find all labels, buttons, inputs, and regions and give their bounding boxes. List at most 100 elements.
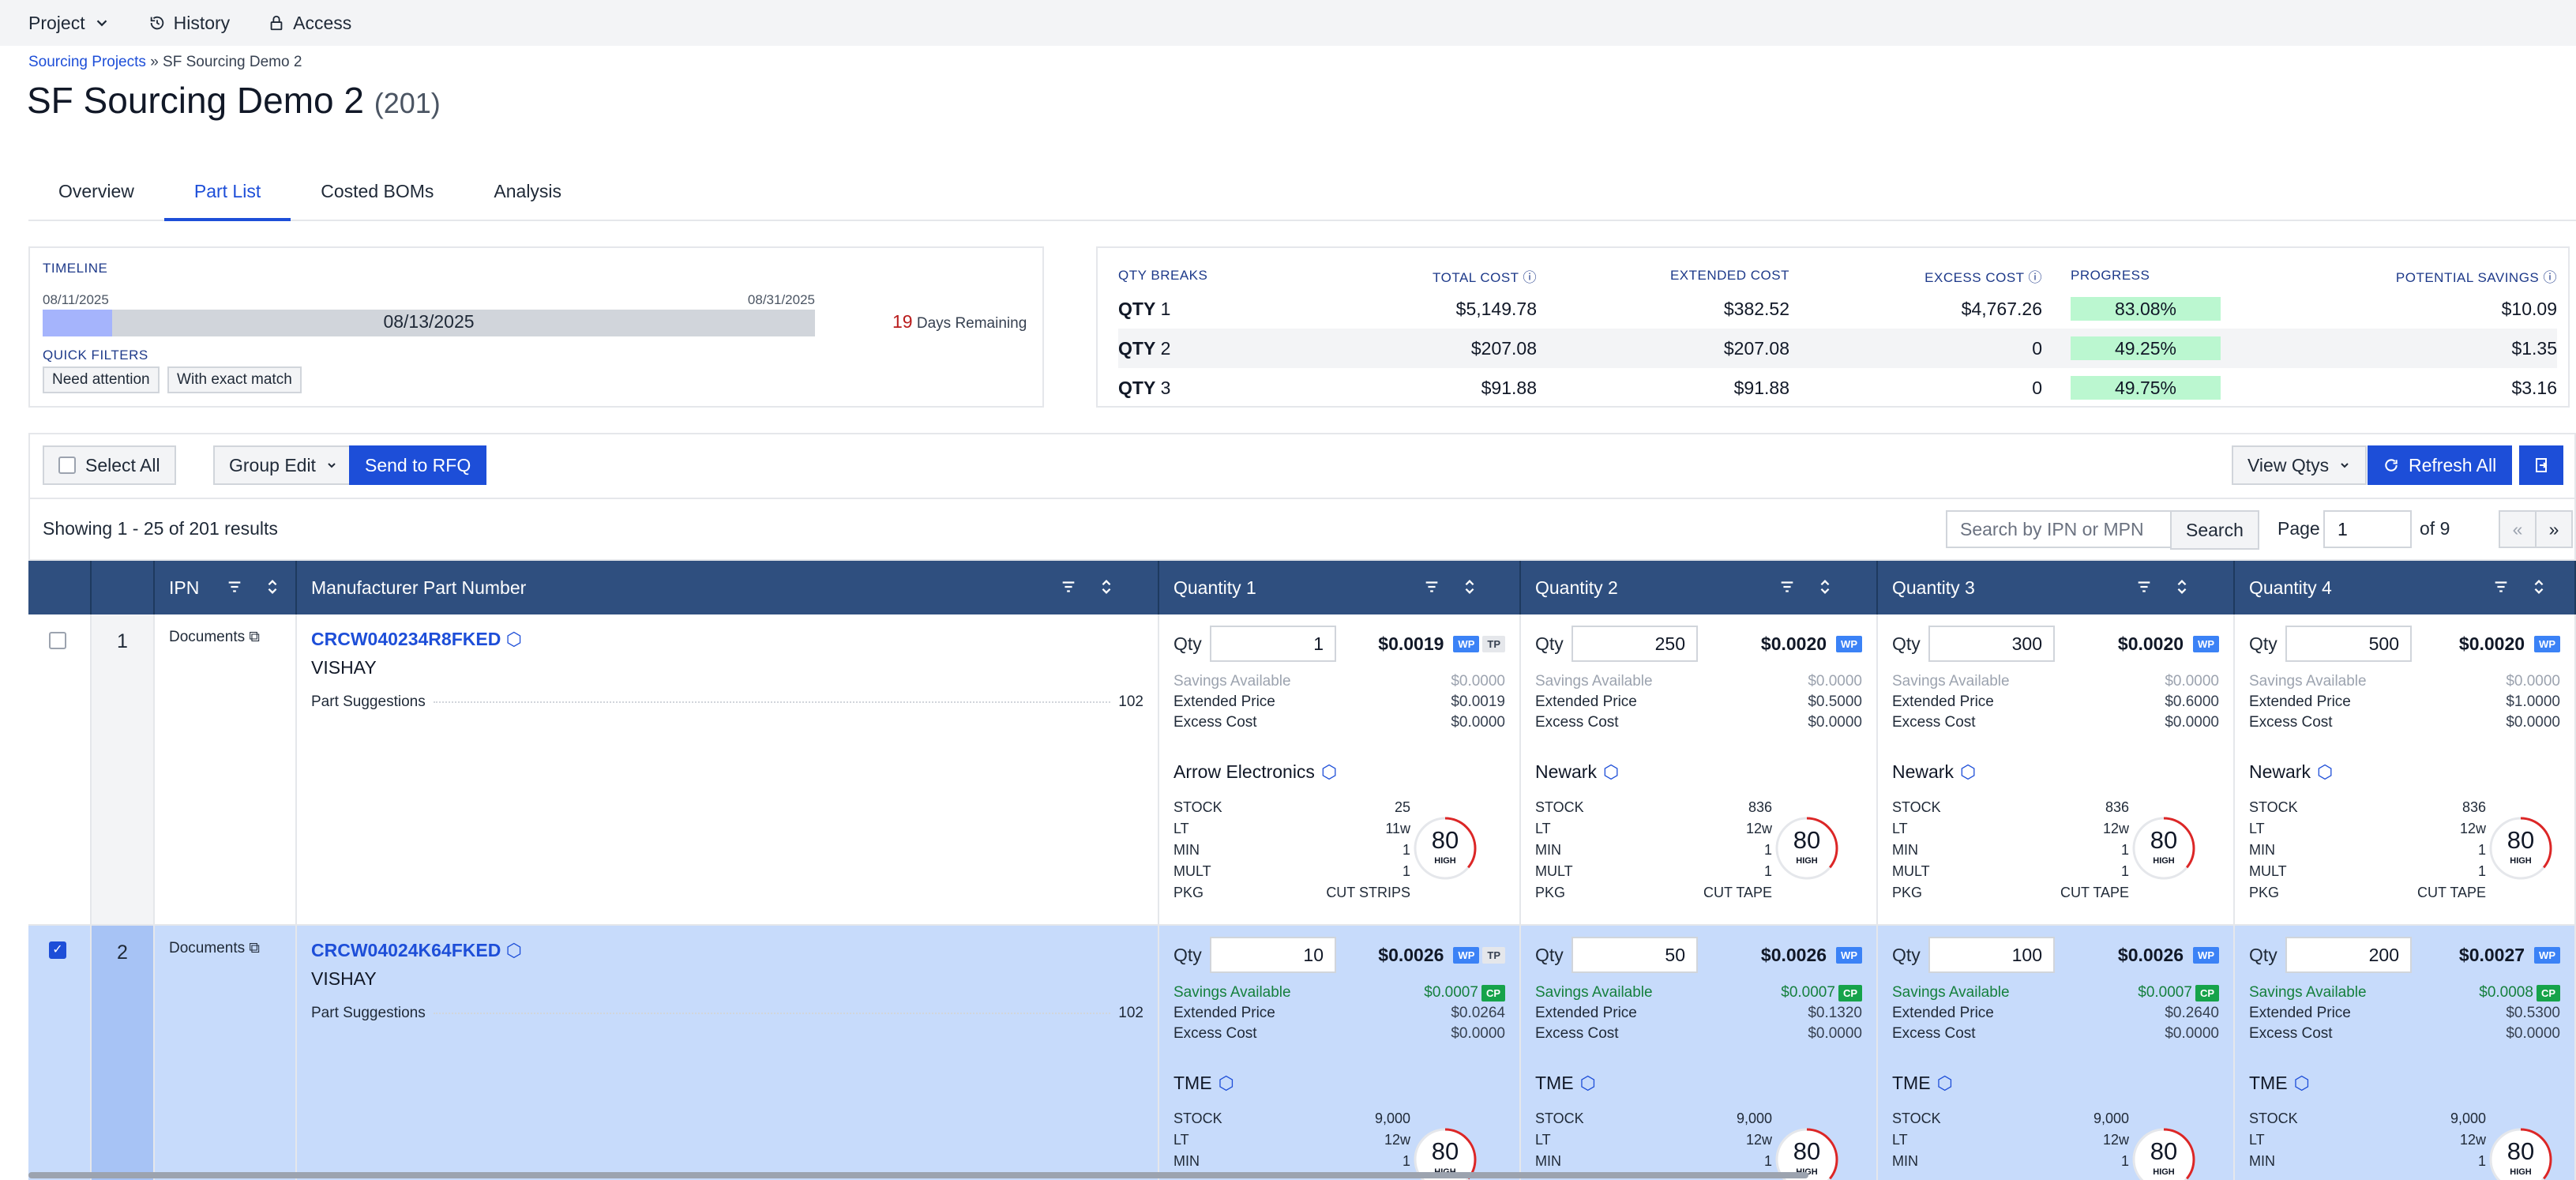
filter-icon[interactable] xyxy=(2492,578,2510,596)
project-menu[interactable]: Project xyxy=(28,13,111,34)
distributor[interactable]: Newark ⬡ xyxy=(1535,761,1619,783)
cube-icon[interactable]: ⬡ xyxy=(1580,1073,1596,1094)
export-button[interactable] xyxy=(2519,445,2563,485)
mpn-link[interactable]: CRCW04024K64FKED ⬡ xyxy=(311,940,522,961)
cube-icon[interactable]: ⬡ xyxy=(2294,1073,2310,1094)
filter-icon[interactable] xyxy=(226,578,243,596)
sort-icon[interactable] xyxy=(1816,578,1834,596)
row-checkbox[interactable] xyxy=(49,632,66,649)
group-edit-button[interactable]: Group Edit xyxy=(213,445,354,485)
stock: STOCK 836 xyxy=(1892,799,2129,816)
excess-cost-value: $0.0000 xyxy=(2165,1025,2219,1042)
extended-price-label: Extended Price xyxy=(1892,693,1994,710)
info-icon[interactable]: ⓘ xyxy=(1523,270,1538,285)
page-input[interactable]: 1 xyxy=(2323,510,2412,548)
sort-icon[interactable] xyxy=(1461,578,1478,596)
quantity-cell: Qty 1 $0.0019 WP TP Savings Available $0.0000 E… xyxy=(1159,614,1521,924)
min-order-value: 1 xyxy=(2477,1153,2486,1169)
distributor[interactable]: TME ⬡ xyxy=(1535,1073,1596,1094)
distributor[interactable]: TME ⬡ xyxy=(2249,1073,2310,1094)
documents-link[interactable]: Documents ⧉ xyxy=(169,629,260,646)
send-to-rfq-button[interactable]: Send to RFQ xyxy=(349,445,487,485)
qty-input[interactable]: 10 xyxy=(1210,937,1336,973)
quantity-cell: Qty 250 $0.0020 WP Savings Available $0.0000 E… xyxy=(1521,614,1878,924)
cube-icon[interactable]: ⬡ xyxy=(1321,761,1337,783)
access-link[interactable]: Access xyxy=(268,13,351,34)
copy-icon[interactable]: ⧉ xyxy=(249,629,260,645)
distributor[interactable]: Arrow Electronics ⬡ xyxy=(1173,761,1337,783)
tab-costed-boms[interactable]: Costed BOMs xyxy=(291,172,464,221)
extended-price-value: $0.5300 xyxy=(2506,1005,2560,1021)
excess-cost: Excess Cost $0.0000 xyxy=(1892,1025,2219,1043)
timeline-current-date: 08/13/2025 xyxy=(383,311,475,332)
min-order: MIN 1 xyxy=(1892,1153,2129,1170)
qty-input[interactable]: 500 xyxy=(2285,626,2412,662)
stock-label: STOCK xyxy=(1892,799,1941,815)
tab-part-list[interactable]: Part List xyxy=(163,172,291,221)
quantity-4-column-header[interactable]: Quantity 4 xyxy=(2235,561,2576,614)
sort-icon[interactable] xyxy=(264,578,281,596)
qty-input[interactable]: 250 xyxy=(1572,626,1698,662)
extended-price-label: Extended Price xyxy=(1173,693,1275,710)
info-icon[interactable]: ⓘ xyxy=(2544,270,2558,285)
qty-row: Qty 100 $0.0026 WP xyxy=(1892,937,2219,973)
next-page-button[interactable]: » xyxy=(2535,510,2573,548)
mpn-link[interactable]: CRCW040234R8FKED ⬡ xyxy=(311,629,522,650)
prev-page-button[interactable]: « xyxy=(2499,510,2537,548)
cube-icon[interactable]: ⬡ xyxy=(1603,761,1619,783)
part-suggestions-label: Part Suggestions xyxy=(311,1005,426,1021)
refresh-all-button[interactable]: Refresh All xyxy=(2368,445,2513,485)
history-link[interactable]: History xyxy=(148,13,230,34)
row-checkbox[interactable]: ✓ xyxy=(49,941,66,959)
filter-icon[interactable] xyxy=(2135,578,2153,596)
search-button[interactable]: Search xyxy=(2170,510,2259,550)
qty-input[interactable]: 100 xyxy=(1928,937,2055,973)
distributor[interactable]: Newark ⬡ xyxy=(2249,761,2333,783)
excess-cost-value: $0.0000 xyxy=(1808,1025,1862,1042)
table-row[interactable]: ✓ 2 Documents ⧉ CRCW04024K64FKED ⬡ VISHA… xyxy=(28,926,2576,1180)
tab-analysis[interactable]: Analysis xyxy=(464,172,591,221)
distributor[interactable]: Newark ⬡ xyxy=(1892,761,1976,783)
qty-row: Qty 1 $0.0019 WP TP xyxy=(1173,626,1505,662)
horizontal-scrollbar[interactable] xyxy=(28,1172,1808,1178)
group-edit-label: Group Edit xyxy=(229,455,316,475)
excess-cost-value: $0.0000 xyxy=(1808,714,1862,731)
distributor[interactable]: TME ⬡ xyxy=(1892,1073,1953,1094)
view-qtys-button[interactable]: View Qtys xyxy=(2232,445,2368,485)
select-all-checkbox[interactable] xyxy=(58,457,76,474)
tab-overview[interactable]: Overview xyxy=(28,172,164,221)
cube-icon[interactable]: ⬡ xyxy=(506,629,522,649)
timeline-bar: 08/13/2025 xyxy=(43,310,815,336)
table-row[interactable]: 1 Documents ⧉ CRCW040234R8FKED ⬡ VISHAY … xyxy=(28,614,2576,926)
cube-icon[interactable]: ⬡ xyxy=(506,940,522,960)
sort-icon[interactable] xyxy=(1098,578,1115,596)
breadcrumb-root-link[interactable]: Sourcing Projects xyxy=(28,54,146,70)
cube-icon[interactable]: ⬡ xyxy=(1937,1073,1953,1094)
filter-icon[interactable] xyxy=(1778,578,1796,596)
info-icon[interactable]: ⓘ xyxy=(2029,270,2043,285)
qty-input[interactable]: 50 xyxy=(1572,937,1698,973)
qty-input[interactable]: 300 xyxy=(1928,626,2055,662)
cube-icon[interactable]: ⬡ xyxy=(1219,1073,1234,1094)
search-input[interactable]: Search by IPN or MPN xyxy=(1946,510,2172,548)
select-all-button[interactable]: Select All xyxy=(43,445,176,485)
part-list-grid: IPN Manufacturer Part Number Quantity 1 … xyxy=(28,561,2576,1180)
excess-cost-value: $0.0000 xyxy=(1451,1025,1505,1042)
documents-link[interactable]: Documents ⧉ xyxy=(169,940,260,957)
qty-break-row: QTY 1 $5,149.78 $382.52 $4,767.26 83.08%… xyxy=(1118,289,2557,329)
filter-exact-match[interactable]: With exact match xyxy=(167,366,302,393)
filter-icon[interactable] xyxy=(1423,578,1440,596)
cube-icon[interactable]: ⬡ xyxy=(1960,761,1976,783)
part-suggestions[interactable]: Part Suggestions 102 xyxy=(311,693,1143,711)
qty-input[interactable]: 200 xyxy=(2285,937,2412,973)
cube-icon[interactable]: ⬡ xyxy=(2317,761,2333,783)
distributor[interactable]: TME ⬡ xyxy=(1173,1073,1234,1094)
copy-icon[interactable]: ⧉ xyxy=(249,940,260,956)
sort-icon[interactable] xyxy=(2530,578,2548,596)
filter-need-attention[interactable]: Need attention xyxy=(43,366,160,393)
qty-input[interactable]: 1 xyxy=(1210,626,1336,662)
part-suggestions[interactable]: Part Suggestions 102 xyxy=(311,1005,1143,1022)
mpn-column-header[interactable]: Manufacturer Part Number xyxy=(297,561,1159,614)
sort-icon[interactable] xyxy=(2173,578,2191,596)
filter-icon[interactable] xyxy=(1060,578,1077,596)
